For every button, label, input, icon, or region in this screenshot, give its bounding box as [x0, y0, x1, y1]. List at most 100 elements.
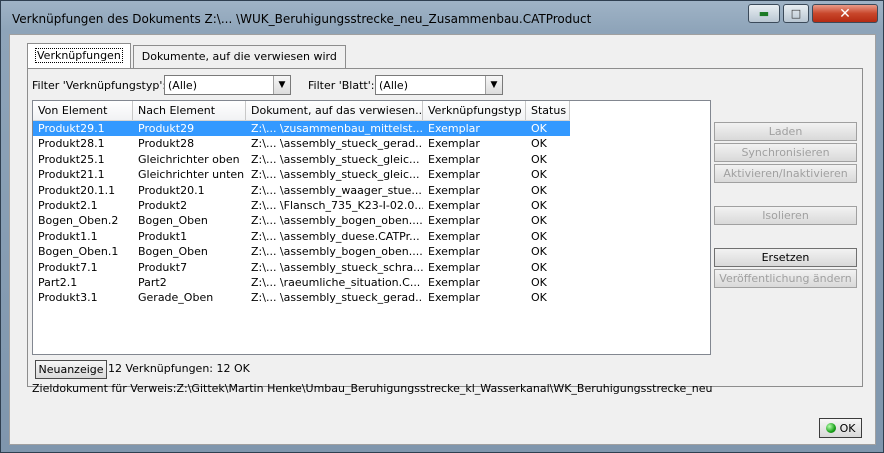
links-table[interactable]: Von Element Nach Element Dokument, auf d… [32, 100, 711, 355]
table-row[interactable]: Produkt20.1.1 Produkt20.1 Z:\... \assembly… [33, 183, 570, 198]
table-cell: Produkt20.1 [138, 183, 205, 197]
table-cell: Produkt1 [138, 229, 188, 243]
table-row[interactable]: Produkt3.1 Gerade_Oben Z:\... \assembly_st… [33, 290, 570, 305]
table-cell: Z:\... \Flansch_735_K23-I-02.0... [251, 198, 423, 212]
table-cell: Exemplar [428, 214, 480, 228]
table-cell: Z:\... \assembly_duese.CATPr... [251, 229, 420, 243]
tab-links[interactable]: Verknüpfungen [27, 43, 131, 68]
table-cell: Z:\... \assembly_bogen_oben.... [251, 245, 423, 259]
tab-strip: Verknüpfungen Dokumente, auf die verwies… [27, 43, 348, 68]
close-button[interactable]: ✕ [812, 4, 878, 23]
table-cell: Exemplar [428, 260, 480, 274]
table-cell: OK [531, 152, 547, 166]
table-cell: Gerade_Oben [138, 291, 214, 305]
ok-button-label: OK [839, 421, 856, 435]
table-cell: Z:\... \raeumliche_situation.C... [251, 275, 421, 289]
table-cell: Produkt28 [138, 137, 195, 151]
table-cell: Exemplar [428, 198, 480, 212]
table-cell: OK [531, 214, 547, 228]
table-row[interactable]: Bogen_Oben.2 Bogen_Oben Z:\... \assembly_b… [33, 213, 570, 228]
table-cell: Produkt25.1 [38, 152, 105, 166]
table-header: Von Element Nach Element Dokument, auf d… [33, 101, 570, 121]
table-cell: Exemplar [428, 152, 480, 166]
tab-referenced-documents[interactable]: Dokumente, auf die verwiesen wird [132, 45, 346, 68]
table-cell: Z:\... \assembly_bogen_oben.... [251, 214, 423, 228]
column-header-status[interactable]: Status [526, 101, 570, 120]
table-cell: OK [531, 137, 547, 151]
table-cell: Exemplar [428, 291, 480, 305]
table-cell: Produkt3.1 [38, 291, 98, 305]
synchronize-button[interactable]: Synchronisieren [714, 143, 857, 162]
load-button[interactable]: Laden [714, 122, 857, 141]
table-cell: Z:\... \assembly_stueck_gleic... [251, 152, 420, 166]
table-cell: Z:\... \assembly_stueck_gerad... [251, 137, 423, 151]
column-header-document[interactable]: Dokument, auf das verwiesen... [246, 101, 423, 120]
table-row[interactable]: Produkt25.1 Gleichrichter oben Z:\... \ass… [33, 152, 570, 167]
column-header-to[interactable]: Nach Element [133, 101, 246, 120]
table-cell: Gleichrichter unten [138, 168, 245, 182]
table-cell: OK [531, 291, 547, 305]
table-cell: Bogen_Oben [138, 214, 208, 228]
table-cell: Produkt28.1 [38, 137, 105, 151]
title-bar[interactable]: Verknüpfungen des Dokuments Z:\... \WUK_… [1, 1, 883, 34]
table-cell: OK [531, 183, 547, 197]
table-cell: Exemplar [428, 229, 480, 243]
refresh-button[interactable]: Neuanzeige [35, 360, 107, 379]
table-cell: Produkt20.1.1 [38, 183, 116, 197]
table-row[interactable]: Bogen_Oben.1 Bogen_Oben Z:\... \assembly_b… [33, 244, 570, 259]
table-cell: OK [531, 198, 547, 212]
column-header-from[interactable]: Von Element [33, 101, 133, 120]
table-cell: OK [531, 275, 547, 289]
table-cell: Bogen_Oben.2 [38, 214, 119, 228]
table-row[interactable]: Part2.1 Part2 Z:\... \raeumliche_situation… [33, 275, 570, 290]
sheet-filter-value: (Alle) [379, 79, 408, 92]
table-cell: Exemplar [428, 168, 480, 182]
sheet-filter-label: Filter 'Blatt': [308, 79, 375, 92]
table-cell: Produkt7 [138, 260, 188, 274]
link-type-filter-value: (Alle) [168, 79, 197, 92]
table-cell: Gleichrichter oben [138, 152, 240, 166]
activate-deactivate-button[interactable]: Aktivieren/Inaktivieren [714, 164, 857, 183]
table-row[interactable]: Produkt1.1 Produkt1 Z:\... \assembly_duese… [33, 229, 570, 244]
table-cell: Part2 [138, 275, 167, 289]
table-cell: Exemplar [428, 183, 480, 197]
table-cell: OK [531, 229, 547, 243]
table-cell: Bogen_Oben [138, 245, 208, 259]
ok-check-icon [825, 423, 836, 433]
replace-button[interactable]: Ersetzen [714, 248, 857, 267]
table-row[interactable]: Produkt2.1 Produkt2 Z:\... \Flansch_735_K2… [33, 198, 570, 213]
table-cell: OK [526, 121, 570, 137]
table-row[interactable]: Produkt21.1 Gleichrichter unten Z:\... \as… [33, 167, 570, 182]
target-document-path: Zieldokument für Verweis:Z:\Gittek\Marti… [32, 382, 712, 395]
table-cell: Produkt7.1 [38, 260, 98, 274]
change-publication-button[interactable]: Veröffentlichung ändern [714, 269, 857, 288]
table-row[interactable]: Produkt29.1 Produkt29 Z:\... \zusammenbau_… [33, 121, 570, 137]
links-tab-panel: Filter 'Verknüpfungstyp': (Alle) ▼ Filte… [27, 68, 863, 387]
sheet-filter-select[interactable]: (Alle) ▼ [375, 75, 503, 95]
table-cell: OK [531, 260, 547, 274]
table-cell: Exemplar [423, 121, 526, 137]
table-cell: Produkt29.1 [33, 121, 133, 137]
dialog-body: Verknüpfungen Dokumente, auf die verwies… [9, 34, 876, 445]
table-row[interactable]: Produkt7.1 Produkt7 Z:\... \assembly_stuec… [33, 260, 570, 275]
maximize-button[interactable]: □ [783, 4, 809, 23]
table-cell: Produkt2 [138, 198, 188, 212]
table-body: Produkt29.1 Produkt29 Z:\... \zusammenbau_… [33, 121, 570, 306]
table-cell: Exemplar [428, 137, 480, 151]
link-type-filter-select[interactable]: (Alle) ▼ [164, 75, 291, 95]
isolate-button[interactable]: Isolieren [714, 206, 857, 225]
table-cell: Z:\... \assembly_stueck_gleic... [251, 168, 420, 182]
table-cell: OK [531, 168, 547, 182]
table-cell: Exemplar [428, 245, 480, 259]
minimize-button[interactable]: ▬ [748, 4, 780, 23]
table-cell: Exemplar [428, 275, 480, 289]
chevron-down-icon[interactable]: ▼ [485, 76, 502, 94]
table-row[interactable]: Produkt28.1 Produkt28 Z:\... \assembly_stu… [33, 136, 570, 151]
column-header-link-type[interactable]: Verknüpfungstyp [423, 101, 526, 120]
chevron-down-icon[interactable]: ▼ [273, 76, 290, 94]
ok-button[interactable]: OK [819, 418, 862, 438]
table-cell: Z:\... \assembly_stueck_gerad... [251, 291, 423, 305]
window-title: Verknüpfungen des Dokuments Z:\... \WUK_… [12, 12, 592, 26]
link-summary: 12 Verknüpfungen: 12 OK [108, 362, 250, 375]
table-cell: Produkt1.1 [38, 229, 98, 243]
